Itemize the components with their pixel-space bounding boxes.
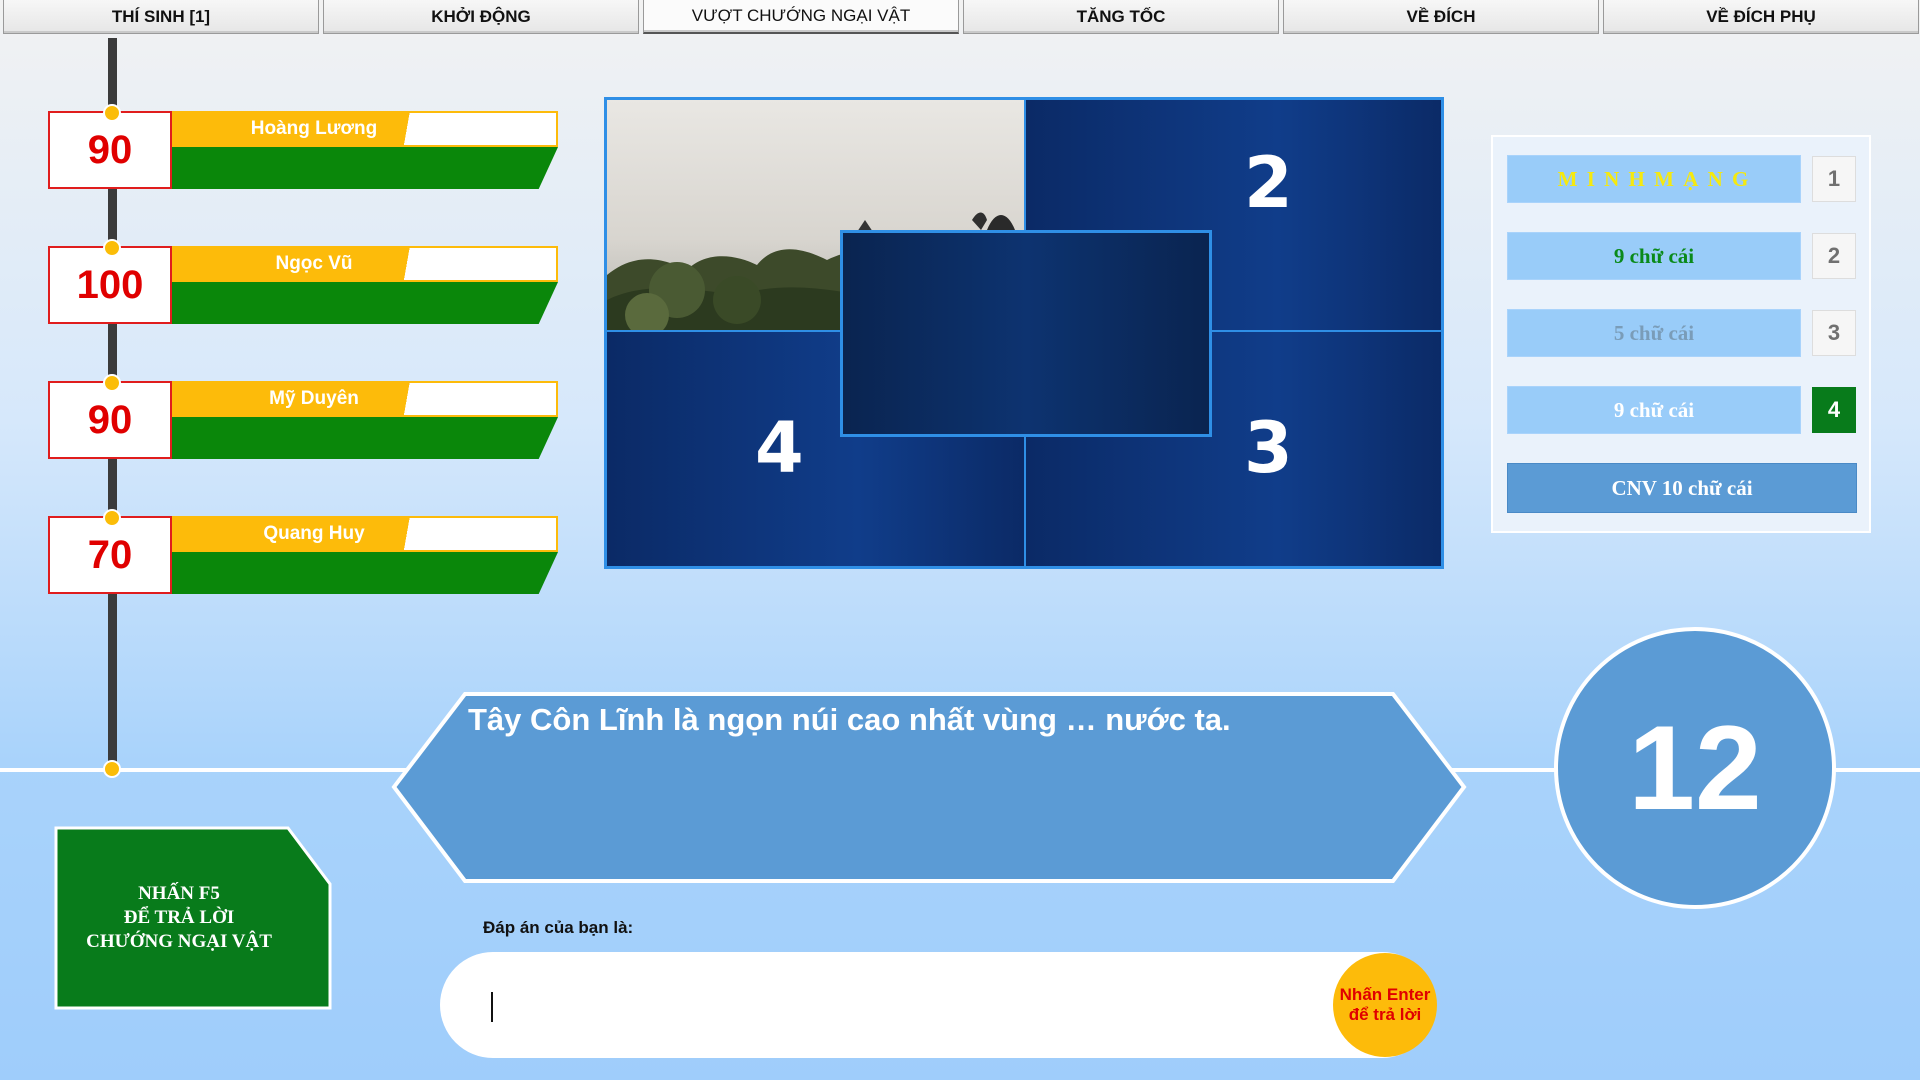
player-card-3: 90 Mỹ Duyên [48, 381, 558, 461]
tab-extra-finish[interactable]: VỀ ĐÍCH PHỤ [1603, 0, 1919, 34]
player-progress-bar [172, 282, 558, 324]
rail-dot-1 [103, 104, 121, 122]
rail-dot-2 [103, 239, 121, 257]
player-card-2: 100 Ngọc Vũ [48, 246, 558, 326]
keyword-text: 9 chữ cái [1613, 397, 1695, 422]
player-progress-bar [172, 147, 558, 189]
player-score: 90 [48, 111, 172, 189]
player-name-bar: Quang Huy [172, 516, 558, 552]
keyword-number-4[interactable]: 4 [1812, 387, 1856, 433]
player-progress-bar [172, 552, 558, 594]
answer-input[interactable] [480, 982, 1314, 1030]
round-tabs: THÍ SINH [1] KHỞI ĐỘNG VƯỢT CHƯỚNG NGẠI … [0, 0, 1920, 38]
player-name: Mỹ Duyên [269, 388, 359, 409]
keyword-row-4[interactable]: 9 chữ cái [1507, 386, 1801, 434]
countdown-timer: 12 [1554, 627, 1836, 909]
player-name: Hoàng Lương [250, 118, 378, 139]
rail-dot-end [103, 760, 121, 778]
player-card-1: 90 Hoàng Lương [48, 111, 558, 191]
answer-label: Đáp án của bạn là: [483, 918, 634, 937]
player-name: Ngọc Vũ [275, 253, 353, 274]
keyword-row-2[interactable]: 9 chữ cái [1507, 232, 1801, 280]
keyword-number-1[interactable]: 1 [1812, 156, 1856, 202]
f5-answer-obstacle-button[interactable]: NHẤN F5 ĐỂ TRẢ LỜI CHƯỚNG NGẠI VẬT [54, 826, 332, 1010]
question-text: Tây Côn Lĩnh là ngọn núi cao nhất vùng …… [468, 702, 1231, 737]
player-card-4: 70 Quang Huy [48, 516, 558, 596]
tab-finish[interactable]: VỀ ĐÍCH [1283, 0, 1599, 34]
player-progress-bar [172, 417, 558, 459]
f5-hint-text: NHẤN F5 ĐỂ TRẢ LỜI CHƯỚNG NGẠI VẬT [86, 883, 272, 952]
tab-contestant[interactable]: THÍ SINH [1] [3, 0, 319, 34]
puzzle-center-piece[interactable] [840, 230, 1212, 437]
keyword-number-2[interactable]: 2 [1812, 233, 1856, 279]
puzzle-piece-number: 3 [1244, 407, 1293, 489]
rail-dot-3 [103, 374, 121, 392]
rail-dot-4 [103, 509, 121, 527]
tab-obstacle[interactable]: VƯỢT CHƯỚNG NGẠI VẬT [643, 0, 959, 34]
tab-acceleration[interactable]: TĂNG TỐC [963, 0, 1279, 34]
puzzle-piece-number: 4 [755, 407, 804, 489]
player-name-bar: Hoàng Lương [172, 111, 558, 147]
keyword-row-3[interactable]: 5 chữ cái [1507, 309, 1801, 357]
enter-submit-button[interactable]: Nhấn Enter để trả lời [1333, 953, 1437, 1057]
puzzle-piece-number: 2 [1244, 142, 1293, 224]
keyword-text: M I N H M Ạ N G [1557, 166, 1751, 191]
player-name: Quang Huy [263, 523, 365, 544]
keyword-panel: M I N H M Ạ N G 1 9 chữ cái 2 5 chữ cái … [1491, 135, 1871, 533]
tab-warm-up[interactable]: KHỞI ĐỘNG [323, 0, 639, 34]
cnv-keyword-button[interactable]: CNV 10 chữ cái [1507, 463, 1857, 513]
player-name-bar: Mỹ Duyên [172, 381, 558, 417]
text-cursor [491, 992, 493, 1022]
question-box: Tây Côn Lĩnh là ngọn núi cao nhất vùng …… [390, 692, 1468, 883]
player-score: 100 [48, 246, 172, 324]
keyword-text: 5 chữ cái [1613, 320, 1695, 345]
player-score: 90 [48, 381, 172, 459]
answer-field [440, 952, 1435, 1058]
player-name-bar: Ngọc Vũ [172, 246, 558, 282]
obstacle-image-puzzle: 2 4 3 [604, 97, 1444, 569]
keyword-text: 9 chữ cái [1613, 243, 1695, 268]
keyword-number-3[interactable]: 3 [1812, 310, 1856, 356]
keyword-row-1[interactable]: M I N H M Ạ N G [1507, 155, 1801, 203]
player-score: 70 [48, 516, 172, 594]
